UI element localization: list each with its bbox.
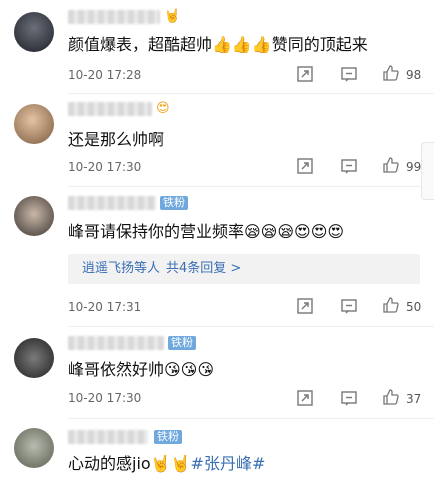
divider bbox=[68, 418, 434, 419]
comment-text: 心动的感jio🤘🤘#张丹峰# bbox=[68, 454, 265, 474]
like-icon[interactable] bbox=[382, 64, 400, 82]
comment-icon[interactable] bbox=[340, 389, 358, 407]
avatar[interactable] bbox=[14, 12, 54, 52]
avatar[interactable] bbox=[14, 196, 54, 236]
fan-badge: 铁粉 bbox=[154, 430, 182, 444]
like-count: 37 bbox=[406, 392, 422, 406]
like-count: 50 bbox=[406, 300, 422, 314]
like-icon[interactable] bbox=[382, 388, 400, 406]
comment-icon[interactable] bbox=[340, 297, 358, 315]
divider bbox=[68, 326, 434, 327]
username-blurred[interactable] bbox=[68, 102, 152, 116]
comment-text: 颜值爆表，超酷超帅👍👍👍赞同的顶起来 bbox=[68, 35, 368, 54]
reply-summary[interactable]: 逍遥飞扬等人 共4条回复 > bbox=[68, 254, 420, 284]
hashtag-link[interactable]: #张丹峰# bbox=[191, 454, 266, 473]
scroll-handle[interactable] bbox=[421, 142, 434, 200]
username-blurred[interactable] bbox=[68, 10, 160, 24]
comment-time: 10-20 17:30 bbox=[68, 160, 142, 174]
like-icon[interactable] bbox=[382, 156, 400, 174]
comment-time: 10-20 17:28 bbox=[68, 68, 142, 82]
username-blurred[interactable] bbox=[68, 196, 156, 210]
reply-count-link[interactable]: 共4条回复 > bbox=[166, 261, 241, 276]
avatar[interactable] bbox=[14, 428, 54, 468]
comment-icon[interactable] bbox=[340, 65, 358, 83]
like-count: 99 bbox=[406, 160, 422, 174]
username-blurred[interactable] bbox=[68, 336, 164, 350]
reply-users: 逍遥飞扬等人 bbox=[82, 261, 161, 276]
like-count: 98 bbox=[406, 68, 422, 82]
user-badge: 😍 bbox=[156, 101, 170, 116]
share-icon[interactable] bbox=[296, 389, 314, 407]
comment-icon[interactable] bbox=[340, 157, 358, 175]
divider bbox=[68, 93, 434, 94]
comment-text: 还是那么帅啊 bbox=[68, 130, 165, 149]
comment-time: 10-20 17:31 bbox=[68, 300, 142, 314]
comment-text: 峰哥请保持你的营业频率😪😪😪😍😍😍 bbox=[68, 222, 345, 241]
username-blurred[interactable] bbox=[68, 430, 148, 444]
fan-badge: 铁粉 bbox=[160, 196, 188, 210]
user-badge: 🤘 bbox=[164, 9, 181, 24]
avatar[interactable] bbox=[14, 104, 54, 144]
comment-text: 峰哥依然好帅😘😘😘 bbox=[68, 360, 215, 379]
divider bbox=[68, 186, 434, 187]
like-icon[interactable] bbox=[382, 296, 400, 314]
comment-time: 10-20 17:30 bbox=[68, 391, 142, 405]
share-icon[interactable] bbox=[296, 65, 314, 83]
avatar[interactable] bbox=[14, 338, 54, 378]
fan-badge: 铁粉 bbox=[168, 336, 196, 350]
share-icon[interactable] bbox=[296, 297, 314, 315]
share-icon[interactable] bbox=[296, 157, 314, 175]
comment-text-main: 心动的感jio🤘🤘 bbox=[68, 454, 191, 473]
